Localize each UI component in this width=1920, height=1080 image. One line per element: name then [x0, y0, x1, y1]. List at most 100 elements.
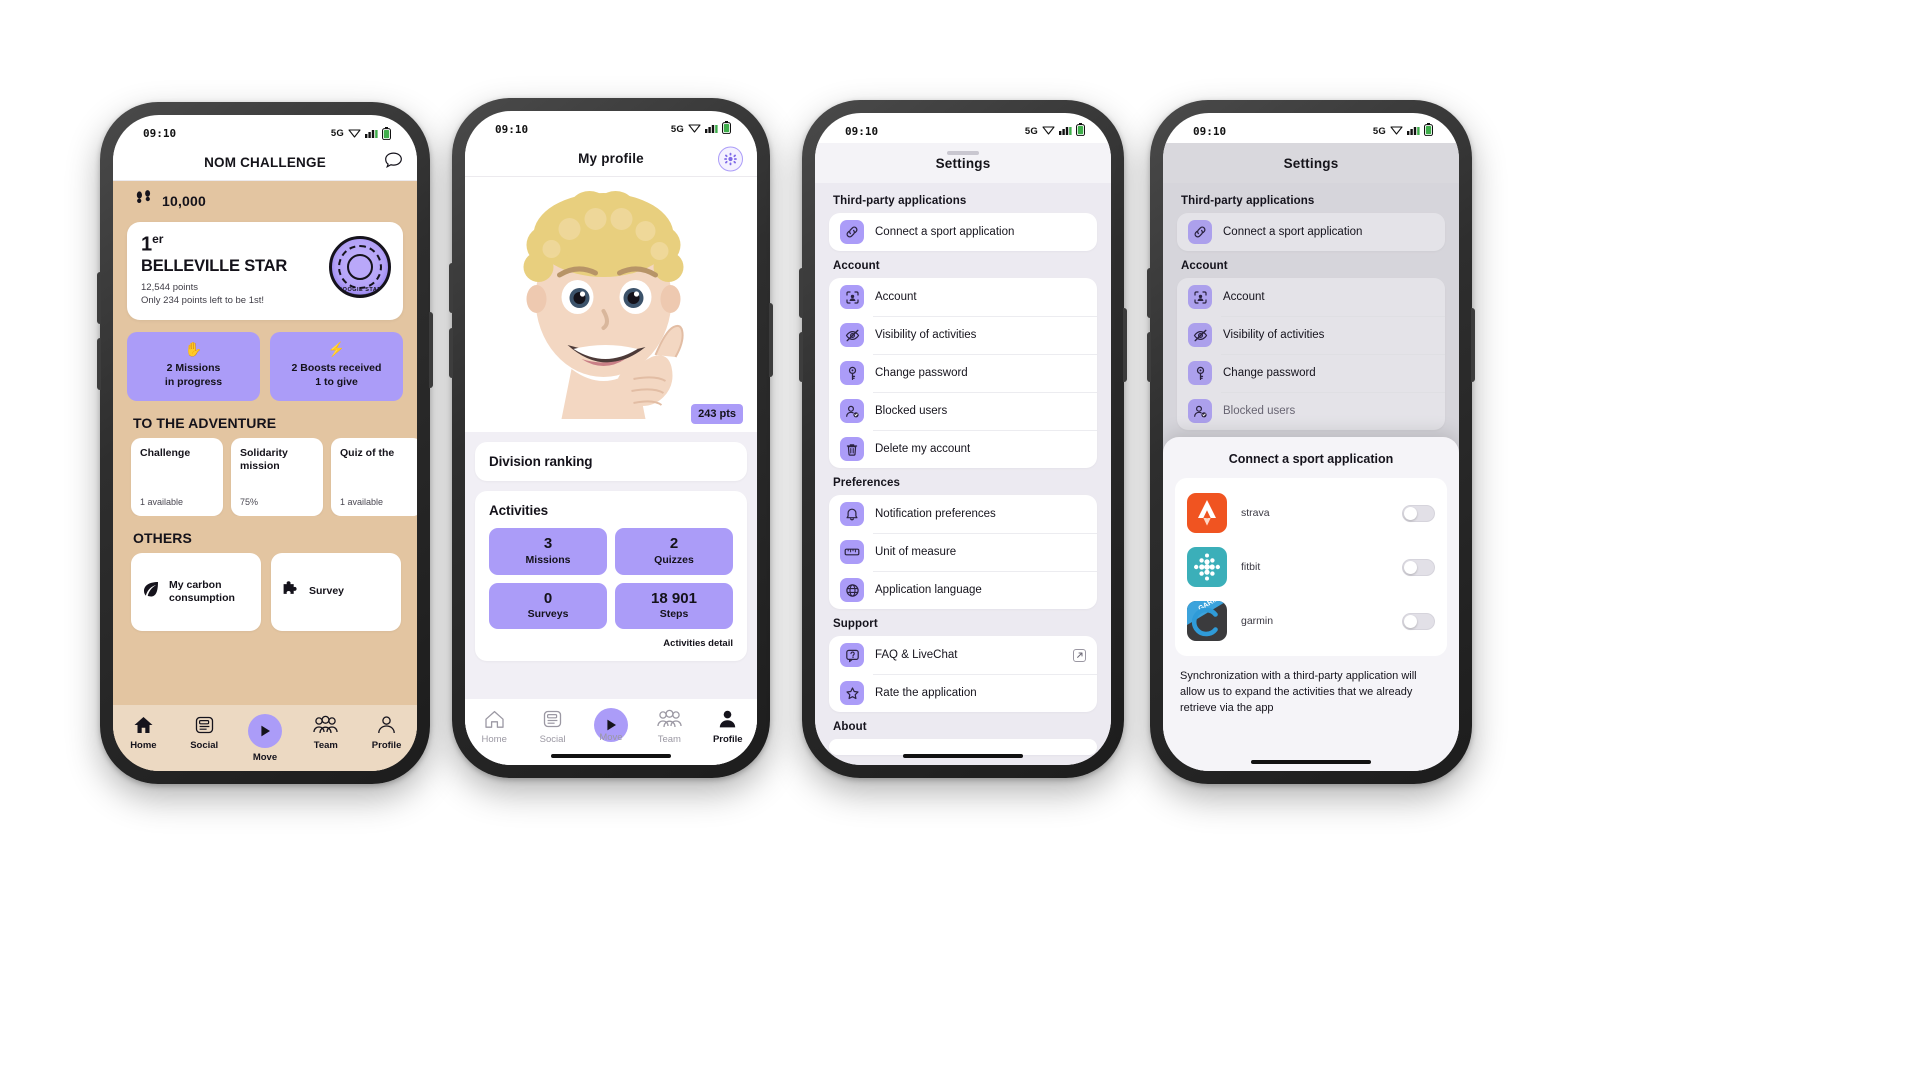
survey-card[interactable]: Survey	[271, 552, 401, 631]
tab-label: Profile	[712, 734, 743, 745]
row-label: Notification preferences	[875, 508, 996, 520]
phone-2-navbar: My profile	[465, 141, 757, 177]
row-faq-livechat[interactable]: FAQ & LiveChat	[829, 636, 1097, 674]
ranking-card[interactable]: 1er BELLEVILLE STAR 12,544 points Only 2…	[127, 222, 403, 321]
row-label: Rate the application	[875, 687, 977, 699]
tab-home[interactable]: Home	[115, 714, 171, 751]
toggle-fitbit[interactable]	[1402, 558, 1435, 576]
activities-card: Activities 3 Missions 2 Quizzes 0 Survey	[475, 491, 747, 661]
tab-move[interactable]: Move	[237, 714, 293, 763]
phone-4-connect-sheet: 09:10 5G Settings Third-party applicatio…	[1147, 100, 1475, 784]
row-application-language[interactable]: Application language	[829, 571, 1097, 609]
signal-icon	[1059, 125, 1072, 138]
settings-list[interactable]: Third-party applications Connect a sport…	[815, 183, 1111, 765]
person-icon	[376, 714, 397, 736]
section-heading-preferences: Preferences	[833, 477, 900, 489]
signal-icon	[365, 128, 378, 138]
tab-team[interactable]: Team	[641, 708, 697, 745]
status-bar: 09:10 5G	[1163, 113, 1459, 143]
screenshot-stage: 09:10 5G NOM CHALLENGE 10,000 1er BELLEV…	[0, 0, 1920, 1080]
app-row-strava[interactable]: strava	[1187, 486, 1435, 540]
activity-surveys[interactable]: 0 Surveys	[489, 582, 607, 629]
app-row-garmin[interactable]: GARMIN garmin	[1187, 594, 1435, 648]
adventure-tile-quiz[interactable]: Quiz of the 1 available	[331, 437, 417, 516]
activity-steps[interactable]: 18 901 Steps	[615, 582, 733, 629]
phone-2-tabbar: Home Social Move Team Profile	[465, 699, 757, 765]
faq-icon	[840, 643, 864, 667]
row-connect-sport-application[interactable]: Connect a sport application	[829, 213, 1097, 251]
row-rate-the-application[interactable]: Rate the application	[829, 674, 1097, 712]
chat-bubble-icon[interactable]	[384, 151, 403, 174]
ruler-icon	[840, 540, 864, 564]
page-title: Settings	[935, 155, 991, 171]
others-heading: OTHERS	[133, 529, 192, 546]
tab-team[interactable]: Team	[298, 714, 354, 751]
division-ranking-card[interactable]: Division ranking	[475, 442, 747, 481]
activities-detail-link[interactable]: Activities detail	[489, 638, 733, 649]
points-badge: 243 pts	[691, 404, 743, 424]
network-label: 5G	[1024, 125, 1038, 137]
tab-profile[interactable]: Profile	[359, 714, 415, 751]
row-label: FAQ & LiveChat	[875, 649, 958, 661]
star-icon	[840, 681, 864, 705]
gear-icon[interactable]	[718, 146, 743, 171]
adventure-carousel[interactable]: Challenge 1 available Solidarity mission…	[113, 437, 417, 516]
row-label: Application language	[875, 584, 982, 596]
section-heading-account: Account	[833, 260, 880, 272]
sync-note: Synchronization with a third-party appli…	[1180, 670, 1417, 714]
row-visibility-of-activities[interactable]: Visibility of activities	[829, 316, 1097, 354]
points-gap: Only 234 points left to be 1st!	[141, 295, 265, 307]
phone-1-home: 09:10 5G NOM CHALLENGE 10,000 1er BELLEV…	[97, 102, 433, 784]
activity-quizzes[interactable]: 2 Quizzes	[615, 528, 733, 575]
adventure-tile-challenge[interactable]: Challenge 1 available	[131, 437, 223, 516]
trash-icon	[840, 437, 864, 461]
activity-missions[interactable]: 3 Missions	[489, 528, 607, 575]
signal-icon	[705, 123, 718, 136]
row-delete-my-account[interactable]: Delete my account	[829, 430, 1097, 468]
key-icon	[840, 361, 864, 385]
tile-title: Solidarity mission	[240, 446, 288, 472]
tab-move[interactable]: Move	[583, 708, 639, 743]
footsteps-icon	[135, 190, 153, 211]
puzzle-icon	[282, 580, 300, 603]
toggle-garmin[interactable]	[1402, 612, 1435, 630]
sheet-grabber[interactable]	[947, 151, 979, 155]
toggle-strava[interactable]	[1402, 504, 1435, 522]
link-icon	[840, 220, 864, 244]
tab-label: Profile	[371, 740, 402, 751]
rank-number: 1	[141, 233, 153, 256]
carbon-card[interactable]: My carbon consumption	[131, 552, 261, 631]
status-time: 09:10	[143, 126, 177, 140]
status-time: 09:10	[495, 122, 529, 136]
boosts-pill[interactable]: ⚡ 2 Boosts received 1 to give	[270, 332, 403, 401]
row-label: Connect a sport application	[875, 226, 1015, 238]
adventure-tile-solidarity[interactable]: Solidarity mission 75%	[231, 437, 323, 516]
missions-pill[interactable]: ✋ 2 Missions in progress	[127, 332, 260, 401]
settings-group-preferences: Notification preferences Unit of measure	[829, 495, 1097, 609]
row-unit-of-measure[interactable]: Unit of measure	[829, 533, 1097, 571]
activity-value: 18 901	[651, 589, 697, 607]
row-change-password[interactable]: Change password	[829, 354, 1097, 392]
sheet-title: Connect a sport application	[1228, 452, 1394, 466]
status-bar: 09:10 5G	[465, 111, 757, 141]
missions-pill-line2: in progress	[164, 376, 223, 389]
app-name: strava	[1241, 507, 1270, 519]
row-label: Change password	[875, 367, 968, 379]
row-blocked-users[interactable]: Blocked users	[829, 392, 1097, 430]
page-title: Settings	[1283, 155, 1339, 171]
tab-label: Move	[599, 732, 623, 743]
row-account[interactable]: Account	[829, 278, 1097, 316]
app-name: garmin	[1241, 615, 1274, 627]
network-label: 5G	[330, 127, 344, 139]
tab-social[interactable]: Social	[176, 714, 232, 751]
tab-profile[interactable]: Profile	[700, 708, 756, 745]
row-label: Blocked users	[875, 405, 948, 417]
section-heading-about: About	[833, 721, 867, 733]
app-row-fitbit[interactable]: fitbit	[1187, 540, 1435, 594]
row-notification-preferences[interactable]: Notification preferences	[829, 495, 1097, 533]
tab-social[interactable]: Social	[525, 708, 581, 745]
bolt-icon: ⚡	[327, 341, 346, 358]
tab-home[interactable]: Home	[466, 708, 522, 745]
status-bar: 09:10 5G	[815, 113, 1111, 143]
profile-avatar-area: 243 pts	[465, 177, 757, 432]
